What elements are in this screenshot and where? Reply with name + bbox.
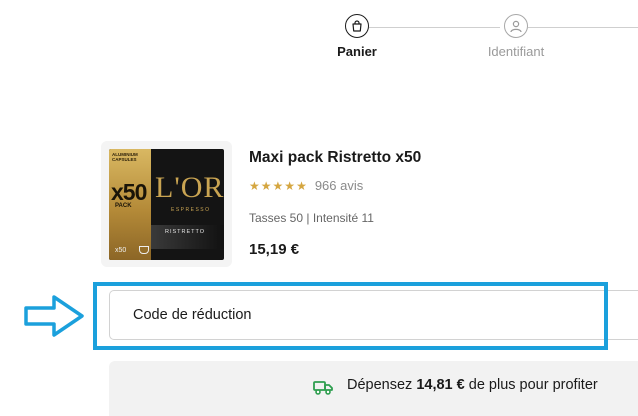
review-count: 966 avis bbox=[314, 178, 364, 193]
pack-badge: ALUMINIUM CAPSULES bbox=[112, 152, 138, 162]
pack-line: ESPRESSO bbox=[171, 207, 211, 213]
truck-icon bbox=[313, 381, 333, 395]
product-details: Tasses 50 | Intensité 11 bbox=[249, 211, 374, 225]
shipping-prefix: Dépensez bbox=[347, 377, 413, 393]
step-cart-label: Panier bbox=[337, 44, 377, 59]
star-icon: ★ bbox=[260, 178, 272, 193]
step-login[interactable]: Identifiant bbox=[480, 14, 552, 59]
star-icon: ★ bbox=[284, 178, 296, 193]
shipping-message: Dépensez 14,81 € de plus pour profiter bbox=[347, 377, 598, 393]
product-title[interactable]: Maxi pack Ristretto x50 bbox=[249, 149, 421, 167]
product-rating[interactable]: ★ ★ ★ ★ ★ 966 avis bbox=[249, 178, 363, 193]
step-login-label: Identifiant bbox=[487, 44, 545, 59]
step-cart[interactable]: Panier bbox=[334, 14, 380, 59]
star-icon: ★ bbox=[249, 178, 260, 193]
shopping-bag-icon bbox=[345, 14, 369, 38]
cup-icon bbox=[139, 246, 149, 254]
shipping-suffix: de plus pour profiter bbox=[468, 377, 598, 393]
arrow-right-icon bbox=[24, 295, 84, 337]
product-image: ALUMINIUM CAPSULES x50 PACK L'OR ESPRESS… bbox=[109, 149, 224, 260]
product-image-card[interactable]: ALUMINIUM CAPSULES x50 PACK L'OR ESPRESS… bbox=[101, 141, 232, 267]
star-rating: ★ ★ ★ ★ ★ bbox=[249, 179, 308, 193]
pack-count: x50 bbox=[111, 179, 147, 205]
star-icon: ★ bbox=[296, 178, 307, 193]
pack-cups: x50 bbox=[115, 247, 127, 254]
checkout-stepper: Panier Identifiant bbox=[334, 14, 638, 64]
highlight-frame bbox=[93, 282, 608, 350]
user-icon bbox=[504, 14, 528, 38]
star-icon: ★ bbox=[272, 178, 284, 193]
shipping-amount: 14,81 € bbox=[416, 377, 465, 393]
pack-label: PACK bbox=[115, 203, 132, 209]
pack-variety: RISTRETTO bbox=[165, 229, 206, 235]
brand-logo: L'OR bbox=[155, 171, 224, 204]
product-price: 15,19 € bbox=[249, 241, 300, 258]
free-shipping-banner: Dépensez 14,81 € de plus pour profiter bbox=[109, 361, 638, 416]
